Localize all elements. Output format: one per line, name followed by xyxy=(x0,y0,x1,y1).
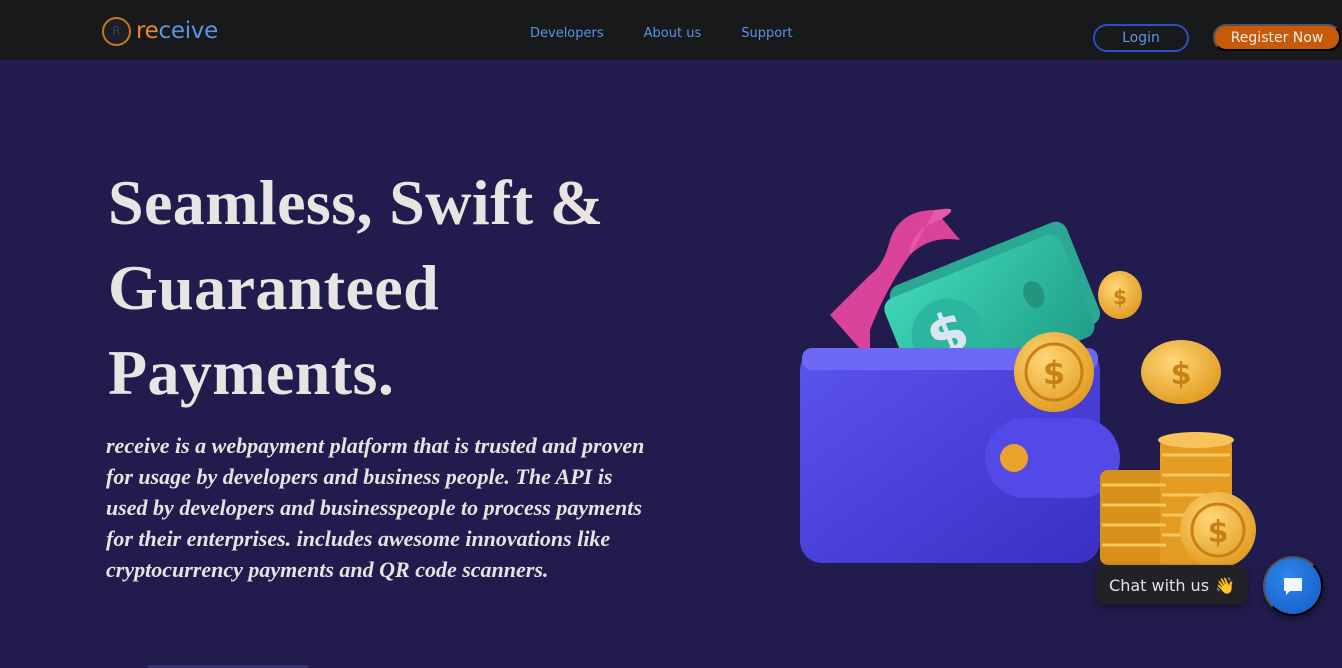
wallet-with-cash-and-coins-icon: $ $ $ $ $ xyxy=(790,180,1270,580)
hero-title-line: Guaranteed xyxy=(108,252,440,323)
chat-label-text: Chat with us xyxy=(1109,575,1210,595)
svg-text:$: $ xyxy=(1171,357,1192,392)
hero-description: receive is a webpayment platform that is… xyxy=(106,433,645,582)
main-nav: Developers About us Support xyxy=(530,26,793,41)
hero-title-line: Seamless, Swift & xyxy=(108,167,604,238)
logo-text-suffix: ceive xyxy=(158,18,219,44)
chat-with-us-label[interactable]: Chat with us 👋 xyxy=(1096,565,1248,605)
top-navbar: R receive Developers About us Support Lo… xyxy=(0,0,1342,60)
logo-text: receive xyxy=(136,18,218,44)
nav-link-support[interactable]: Support xyxy=(741,26,792,41)
brand-logo[interactable]: R receive xyxy=(102,15,218,47)
svg-text:$: $ xyxy=(1208,515,1229,550)
svg-text:$: $ xyxy=(1043,354,1065,392)
svg-text:$: $ xyxy=(1113,285,1127,309)
hero-title-line: Payments. xyxy=(108,337,395,408)
register-button[interactable]: Register Now xyxy=(1213,24,1341,51)
nav-link-developers[interactable]: Developers xyxy=(530,26,604,41)
logo-mark-icon: R xyxy=(102,16,131,46)
hero-title: Seamless, Swift & Guaranteed Payments. xyxy=(108,160,668,415)
waving-hand-icon: 👋 xyxy=(1215,575,1235,595)
logo-text-prefix: re xyxy=(136,18,159,44)
login-button[interactable]: Login xyxy=(1093,24,1189,52)
chat-bubble-icon[interactable] xyxy=(1263,556,1323,616)
nav-link-about-us[interactable]: About us xyxy=(644,26,702,41)
